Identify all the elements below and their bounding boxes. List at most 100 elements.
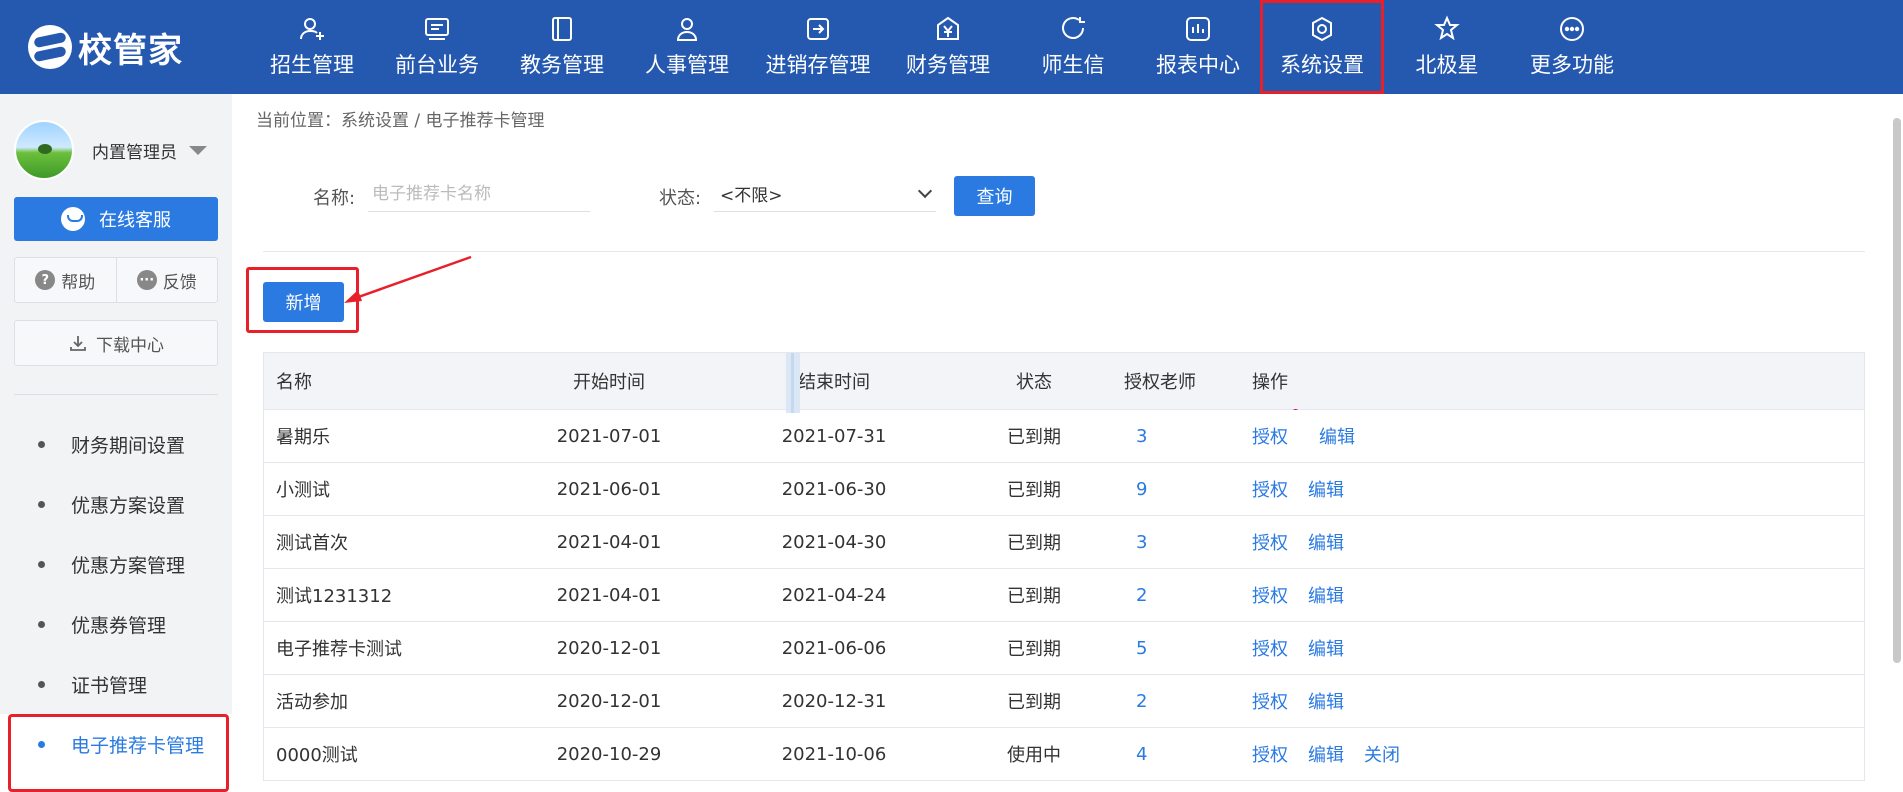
annotation-arrow-icon [344,255,472,303]
authorize-link[interactable]: 授权 [1252,688,1288,714]
cell-teachers-link[interactable]: 3 [1104,532,1224,553]
authorize-link[interactable]: 授权 [1252,741,1288,767]
cell-ops: 授权 编辑 [1224,582,1864,608]
cell-name: 电子推荐卡测试 [276,639,402,660]
feedback-label: 反馈 [162,272,197,293]
column-header-teachers[interactable]: 授权老师 [1104,368,1224,394]
nav-item-inventory[interactable]: 进销存管理 [750,0,886,94]
inout-icon [804,15,832,43]
download-center-button[interactable]: 下载中心 [14,320,218,366]
nav-item-more[interactable]: 更多功能 [1510,0,1634,94]
authorize-link[interactable]: 授权 [1252,423,1288,449]
cell-teachers-link[interactable]: 2 [1104,691,1224,712]
authorize-link[interactable]: 授权 [1252,476,1288,502]
cell-status: 已到期 [1007,533,1061,554]
cell-start: 2020-12-01 [556,637,662,659]
edit-link[interactable]: 编辑 [1308,635,1344,661]
nav-item-enrollment[interactable]: 招生管理 [250,0,374,94]
column-header-end[interactable]: 结束时间 [704,368,964,394]
nav-item-polaris[interactable]: 北极星 [1384,0,1510,94]
nav-item-finance[interactable]: 财务管理 [886,0,1010,94]
sidebar-item-label: 优惠方案设置 [71,494,186,517]
query-button[interactable]: 查询 [954,176,1035,216]
sidebar-item-coupons[interactable]: 优惠券管理 [0,594,232,654]
column-header-start[interactable]: 开始时间 [514,368,704,394]
cell-teachers-link[interactable]: 9 [1104,479,1224,500]
edit-link[interactable]: 编辑 [1308,476,1344,502]
column-header-name[interactable]: 名称 [264,368,514,394]
sidebar-item-discount-management[interactable]: 优惠方案管理 [0,534,232,594]
comment-icon: ··· [136,270,157,290]
nav-item-academic[interactable]: 教务管理 [500,0,624,94]
star-icon [1433,15,1461,43]
main-scrollbar[interactable] [1893,118,1901,663]
online-service-button[interactable]: 在线客服 [14,197,218,241]
cell-status: 已到期 [1007,586,1061,607]
cell-end: 2021-04-30 [781,531,887,553]
filter-divider [263,251,1865,252]
nav-label: 北极星 [1415,53,1479,77]
cell-name: 0000测试 [276,745,358,766]
breadcrumb: 当前位置：系统设置 / 电子推荐卡管理 [256,111,545,131]
table-row: 暑期乐 2021-07-01 2021-07-31 已到期 3 授权 编辑 [264,403,1864,462]
edit-link[interactable]: 编辑 [1319,423,1355,449]
nav-label: 师生信 [1041,53,1105,77]
cell-end: 2021-06-30 [781,478,887,500]
nav-item-hr[interactable]: 人事管理 [624,0,750,94]
table-row: 电子推荐卡测试 2020-12-01 2021-06-06 已到期 5 授权 编… [264,621,1864,674]
name-filter-input[interactable] [368,176,590,212]
nav-item-front-desk[interactable]: 前台业务 [374,0,500,94]
table-row: 活动参加 2020-12-01 2020-12-31 已到期 2 授权 编辑 [264,674,1864,727]
authorize-link[interactable]: 授权 [1252,635,1288,661]
cell-teachers-link[interactable]: 5 [1104,638,1224,659]
sidebar-item-discount-settings[interactable]: 优惠方案设置 [0,474,232,534]
sidebar-item-label: 优惠券管理 [71,614,167,637]
gear-icon [1308,15,1336,43]
cell-ops: 授权 编辑 [1224,688,1864,714]
sidebar-item-finance-period[interactable]: 财务期间设置 [0,414,232,474]
cell-start: 2021-06-01 [556,478,662,500]
edit-link[interactable]: 编辑 [1308,741,1344,767]
help-button[interactable]: ? 帮助 [15,258,116,302]
table-row: 小测试 2021-06-01 2021-06-30 已到期 9 授权 编辑 [264,462,1864,515]
cell-start: 2021-07-01 [556,425,662,447]
cell-teachers-link[interactable]: 2 [1104,585,1224,606]
status-filter-select[interactable]: <不限> [714,176,936,212]
nav-label: 进销存管理 [765,53,871,77]
table-row: 测试首次 2021-04-01 2021-04-30 已到期 3 授权 编辑 [264,515,1864,568]
logo-icon [28,25,72,69]
nav-label: 前台业务 [395,53,479,77]
authorize-link[interactable]: 授权 [1252,529,1288,555]
user-menu[interactable]: 内置管理员 [14,120,207,180]
download-icon [68,333,88,353]
nav-item-messages[interactable]: 师生信 [1010,0,1136,94]
nav-label: 人事管理 [645,53,729,77]
main-nav: 招生管理 前台业务 教务管理 人事管理 进销存管理 财务管理 师生信 报表中心 … [250,0,1634,94]
close-link[interactable]: 关闭 [1364,741,1400,767]
edit-link[interactable]: 编辑 [1308,582,1344,608]
brand-logo[interactable]: 校管家 [28,24,183,71]
bullet-icon [38,620,45,628]
edit-link[interactable]: 编辑 [1308,688,1344,714]
nav-item-reports[interactable]: 报表中心 [1136,0,1260,94]
column-resize-handle[interactable] [786,353,800,413]
sidebar-item-referral-cards[interactable]: 电子推荐卡管理 [0,714,232,792]
column-header-status[interactable]: 状态 [964,368,1104,394]
name-filter-label: 名称: [313,188,356,209]
feedback-button[interactable]: ··· 反馈 [115,258,218,302]
authorize-link[interactable]: 授权 [1252,582,1288,608]
add-button[interactable]: 新增 [263,282,344,322]
nav-label: 招生管理 [270,53,354,77]
filter-bar: 名称: 状态: <不限> 查询 [263,176,1863,246]
bullet-icon [38,440,45,448]
cell-teachers-link[interactable]: 4 [1104,744,1224,765]
help-feedback-bar: ? 帮助 ··· 反馈 [14,257,218,303]
caret-down-icon[interactable] [189,145,207,155]
cell-name: 测试1231312 [276,586,393,607]
question-icon: ? [35,270,56,290]
cell-name: 小测试 [276,480,330,501]
cell-teachers-link[interactable]: 3 [1104,426,1224,447]
edit-link[interactable]: 编辑 [1308,529,1344,555]
sidebar-item-certificates[interactable]: 证书管理 [0,654,232,714]
nav-item-system-settings[interactable]: 系统设置 [1260,0,1384,94]
